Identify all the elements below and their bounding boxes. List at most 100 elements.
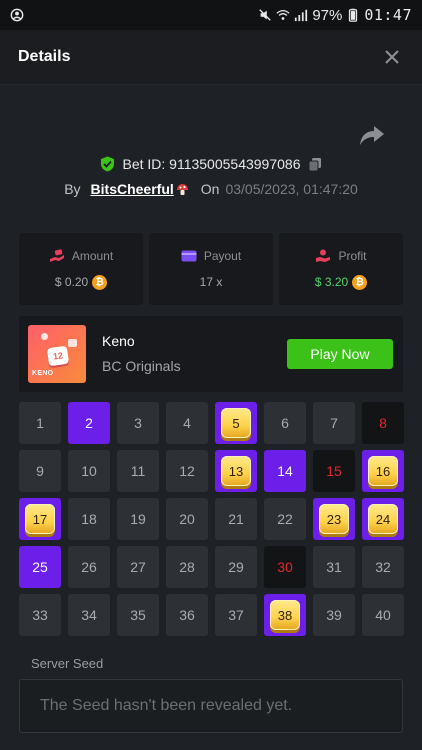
keno-cell: 7 [313,402,355,444]
keno-cell: 31 [313,546,355,588]
profit-value-row: $ 3.20 ₿ [314,274,368,290]
keno-cell: 29 [215,546,257,588]
game-name: Keno [102,333,135,349]
keno-cell-drawn: 8 [362,402,404,444]
by-label: By [64,181,81,197]
keno-gem: 16 [368,456,398,486]
bitcoin-icon: ₿ [92,274,108,290]
mushroom-icon [176,183,188,195]
play-now-button[interactable]: Play Now [287,339,393,369]
mute-icon [259,9,272,21]
page-title: Details [18,48,71,65]
keno-cell: 27 [117,546,159,588]
payout-value: 17 x [199,275,223,289]
profit-label-row: Profit [315,248,367,263]
keno-gem: 38 [270,600,300,630]
close-icon [385,50,399,64]
profit-label: Profit [338,248,367,263]
thumb-label: KENO [32,370,54,377]
amount-value: $ 0.20 [54,275,89,289]
wifi-icon [276,9,290,20]
keno-gem: 17 [25,504,55,534]
status-right: 97% 01:47 [258,6,412,24]
amount-icon [49,248,64,262]
keno-cell: 1 [19,402,61,444]
username-link[interactable]: BitsCheerful [91,181,174,197]
status-time: 01:47 [364,6,412,24]
thumb-dice [68,339,77,347]
game-subtitle: BC Originals [102,358,181,374]
amount-label-row: Amount [49,249,113,263]
keno-cell: 6 [264,402,306,444]
signal-icon [295,9,308,22]
game-card: 12 KENO Keno BC Originals Play Now [19,316,403,392]
keno-cell-hit: 24 [362,498,404,540]
keno-grid: 1 2 3 4 5 6 7 8 9 10 11 12 13 14 15 16 17 18 19 20 21 22 23 24 2… [19,402,404,636]
details-header: Details [0,30,422,85]
share-icon[interactable] [359,123,385,147]
keno-gem: 5 [221,408,251,438]
account-circle-icon [10,8,24,22]
keno-cell: 26 [68,546,110,588]
keno-cell-hit: 23 [313,498,355,540]
battery-percent: 97% [312,6,343,24]
keno-gem: 13 [221,456,251,486]
keno-cell-hit: 17 [19,498,61,540]
keno-cell: 22 [264,498,306,540]
server-seed-label: Server Seed [31,656,104,671]
keno-cell: 11 [117,450,159,492]
on-label: On [200,181,220,197]
bet-date: 03/05/2023, 01:47:20 [225,181,358,197]
keno-cell: 40 [362,594,404,636]
keno-cell: 21 [215,498,257,540]
keno-cell-hit: 5 [215,402,257,444]
bet-byline: By BitsCheerful On 03/05/2023, 01:47:20 [0,178,422,200]
keno-cell: 12 [166,450,208,492]
copy-icon[interactable] [308,157,322,172]
keno-cell: 20 [166,498,208,540]
keno-thumbnail[interactable]: 12 KENO [28,325,86,383]
battery-icon [349,8,358,22]
thumb-ball: 12 [46,345,70,367]
amount-value-row: $ 0.20 ₿ [54,274,108,290]
profit-stat: Profit $ 3.20 ₿ [279,233,403,305]
keno-cell-drawn: 30 [264,546,306,588]
keno-cell-picked: 2 [68,402,110,444]
payout-stat: Payout 17 x [149,233,273,305]
payout-label-row: Payout [181,249,241,263]
keno-cell-hit: 38 [264,594,306,636]
payout-label: Payout [203,249,242,263]
keno-cell: 19 [117,498,159,540]
keno-cell: 33 [19,594,61,636]
keno-cell: 4 [166,402,208,444]
status-bar: 97% 01:47 [0,0,422,30]
status-left [10,8,24,22]
keno-cell-hit: 13 [215,450,257,492]
server-seed-field: The Seed hasn't been revealed yet. [19,679,403,733]
shield-check-icon [101,156,115,172]
amount-stat: Amount $ 0.20 ₿ [19,233,143,305]
keno-gem: 24 [368,504,398,534]
keno-cell: 36 [166,594,208,636]
bitcoin-icon: ₿ [352,274,368,290]
thumb-dot [41,333,48,340]
amount-label: Amount [71,248,114,263]
keno-cell: 3 [117,402,159,444]
keno-cell: 10 [68,450,110,492]
keno-cell: 37 [215,594,257,636]
keno-cell: 35 [117,594,159,636]
keno-cell: 39 [313,594,355,636]
keno-cell: 34 [68,594,110,636]
keno-cell: 9 [19,450,61,492]
close-button[interactable] [380,45,404,69]
keno-gem: 23 [319,504,349,534]
keno-cell-hit: 16 [362,450,404,492]
bet-id: Bet ID: 91135005543997086 [122,156,301,172]
profit-hand-icon [316,249,331,262]
keno-cell: 28 [166,546,208,588]
bet-stats: Amount $ 0.20 ₿ Payout 17 x Profit $ 3.2… [19,233,403,305]
payout-value-row: 17 x [200,275,223,289]
keno-cell-picked: 25 [19,546,61,588]
profit-value: $ 3.20 [314,275,349,289]
wallet-icon [181,250,197,262]
